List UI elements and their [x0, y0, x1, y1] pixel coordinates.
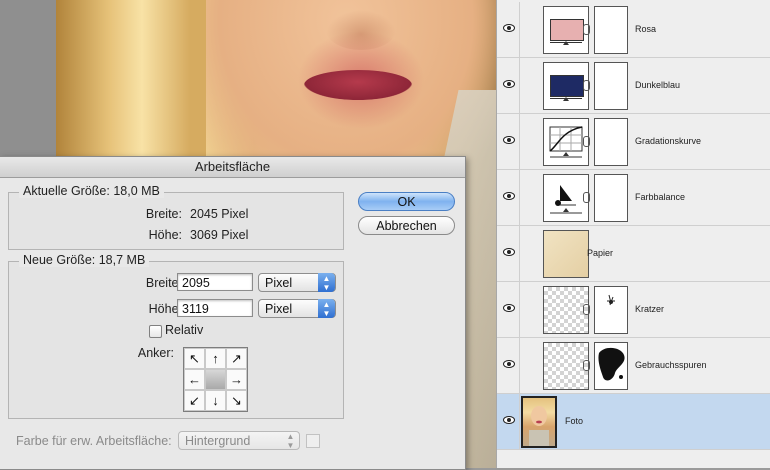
layer-name: Gebrauchsspuren: [635, 360, 707, 370]
dialog-title[interactable]: Arbeitsfläche: [0, 157, 465, 178]
curves-graph-icon: [549, 126, 583, 158]
current-size-legend: Aktuelle Größe: 18,0 MB: [19, 184, 164, 198]
anchor-bottom-arrow-icon[interactable]: ↓: [205, 390, 226, 411]
link-chain-icon[interactable]: [583, 24, 590, 35]
new-height-label: Höhe:: [148, 302, 182, 316]
current-width-label: Breite:: [145, 207, 182, 221]
visibility-eye-icon[interactable]: [503, 360, 515, 368]
layer-mask-thumbnail: [594, 174, 628, 222]
visibility-eye-icon[interactable]: [503, 80, 515, 88]
layer-kratzer[interactable]: Kratzer: [497, 282, 770, 338]
extension-color-select[interactable]: Hintergrund ▲ ▼: [178, 431, 300, 450]
extension-color-label: Farbe für erw. Arbeitsfläche:: [16, 434, 172, 448]
photo-nose: [326, 10, 396, 50]
layer-name: Rosa: [635, 24, 657, 34]
link-chain-icon[interactable]: [583, 304, 590, 315]
height-unit-select[interactable]: Pixel ▲ ▼: [258, 299, 336, 318]
anchor-grid: ↖ ↑ ↗ ← → ↙ ↓ ↘: [183, 347, 248, 412]
layer-farbbalance[interactable]: Farbbalance: [497, 170, 770, 226]
visibility-eye-icon[interactable]: [503, 416, 515, 424]
layer-name: Kratzer: [635, 304, 665, 314]
anchor-left-arrow-icon[interactable]: ←: [184, 369, 205, 390]
relative-label: Relativ: [165, 323, 204, 337]
layer-name: Papier: [587, 248, 614, 258]
visibility-eye-icon[interactable]: [503, 304, 515, 312]
anchor-top-arrow-icon[interactable]: ↑: [205, 348, 226, 369]
photo-lips: [304, 70, 412, 100]
height-input[interactable]: 3119: [177, 299, 253, 317]
current-width-value: 2045 Pixel: [190, 207, 249, 221]
anchor-top-left-arrow-icon[interactable]: ↖: [184, 348, 205, 369]
width-unit-arrows-icon: ▲ ▼: [318, 273, 335, 292]
anchor-bottom-left-arrow-icon[interactable]: ↙: [184, 390, 205, 411]
current-size-group: Aktuelle Größe: 18,0 MB Breite: 2045 Pix…: [8, 184, 344, 250]
layer-mask-thumbnail: [594, 62, 628, 110]
rosa-swatch: [550, 19, 584, 41]
current-height-value: 3069 Pixel: [190, 228, 249, 242]
width-unit-select[interactable]: Pixel ▲ ▼: [258, 273, 336, 292]
height-unit-arrows-icon: ▲ ▼: [318, 299, 335, 318]
link-chain-icon[interactable]: [583, 360, 590, 371]
new-width-label: Breite:: [145, 276, 182, 290]
ok-button[interactable]: OK: [358, 192, 455, 211]
visibility-eye-icon[interactable]: [503, 192, 515, 200]
new-size-group: Neue Größe: 18,7 MB Breite: 2095 Pixel ▲…: [8, 253, 344, 419]
cancel-button[interactable]: Abbrechen: [358, 216, 455, 235]
layer-mask-thumbnail: [594, 342, 628, 390]
layer-mask-thumbnail: [594, 118, 628, 166]
layer-mask-thumbnail: [594, 6, 628, 54]
canvas-size-dialog: Arbeitsfläche Aktuelle Größe: 18,0 MB Br…: [0, 156, 466, 470]
height-unit-value: Pixel: [265, 302, 293, 316]
visibility-eye-icon[interactable]: [503, 24, 515, 32]
anchor-right-arrow-icon[interactable]: →: [226, 369, 247, 390]
visibility-eye-icon[interactable]: [503, 248, 515, 256]
layers-panel: Rosa Dunkelblau Gradationskurve Farbbala…: [496, 0, 770, 468]
link-chain-icon[interactable]: [583, 136, 590, 147]
extension-color-arrows-icon: ▲ ▼: [286, 432, 295, 450]
color-balance-scale-icon: [550, 185, 582, 214]
layer-name: Dunkelblau: [635, 80, 681, 90]
anchor-top-right-arrow-icon[interactable]: ↗: [226, 348, 247, 369]
link-chain-icon[interactable]: [583, 80, 590, 91]
layer-rosa[interactable]: Rosa: [497, 2, 770, 58]
current-height-label: Höhe:: [148, 228, 182, 242]
link-chain-icon[interactable]: [583, 192, 590, 203]
new-size-legend: Neue Größe: 18,7 MB: [19, 253, 150, 267]
anchor-bottom-right-arrow-icon[interactable]: ↘: [226, 390, 247, 411]
anchor-label: Anker:: [137, 346, 174, 360]
layer-name: Farbbalance: [635, 192, 686, 202]
layer-mask-thumbnail: [594, 286, 628, 334]
layer-gebrauchsspuren[interactable]: Gebrauchsspuren: [497, 338, 770, 394]
layer-foto[interactable]: Foto: [497, 394, 770, 450]
visibility-eye-icon[interactable]: [503, 136, 515, 144]
relative-checkbox[interactable]: [149, 325, 162, 338]
layer-gradationskurve[interactable]: Gradationskurve: [497, 114, 770, 170]
dunkelblau-swatch: [550, 75, 584, 97]
width-input[interactable]: 2095: [177, 273, 253, 291]
layer-name: Foto: [565, 416, 584, 426]
photo-thumbnail: [521, 396, 557, 448]
extension-color-swatch[interactable]: [306, 434, 320, 448]
extension-color-value: Hintergrund: [185, 434, 251, 448]
layer-name: Gradationskurve: [635, 136, 702, 146]
layer-dunkelblau[interactable]: Dunkelblau: [497, 58, 770, 114]
width-unit-value: Pixel: [265, 276, 293, 290]
layer-papier[interactable]: Papier: [497, 226, 770, 282]
paper-thumbnail: [543, 230, 589, 278]
anchor-center[interactable]: [205, 369, 226, 390]
